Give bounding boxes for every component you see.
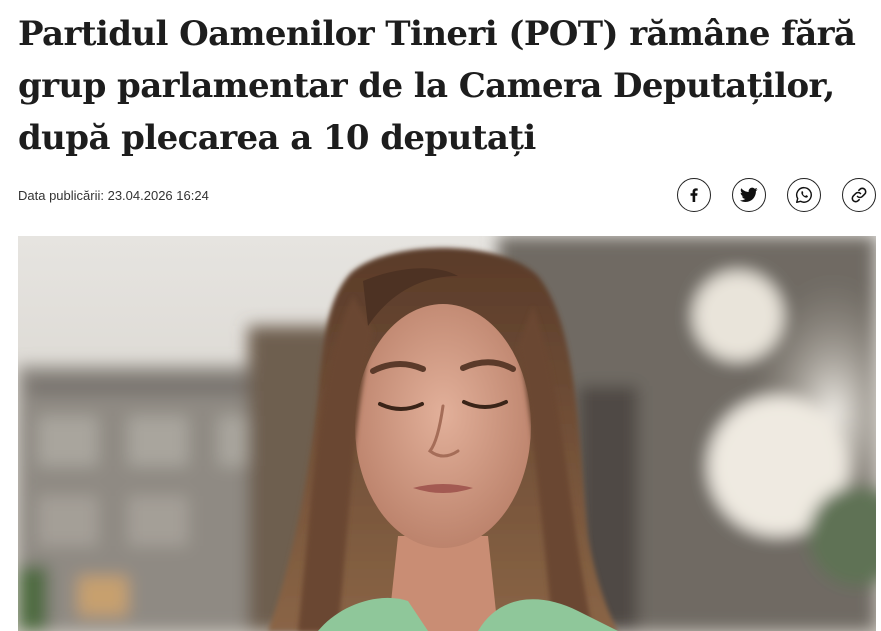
twitter-icon — [740, 187, 758, 202]
share-buttons — [677, 178, 876, 212]
article-meta: Data publicării: 23.04.2026 16:24 — [18, 178, 876, 214]
share-whatsapp-button[interactable] — [787, 178, 821, 212]
article-title: Partidul Oamenilor Tineri (POT) rămâne f… — [18, 14, 856, 158]
facebook-icon — [690, 188, 698, 202]
share-facebook-button[interactable] — [677, 178, 711, 212]
whatsapp-icon — [796, 186, 812, 203]
publish-date: Data publicării: 23.04.2026 16:24 — [18, 188, 209, 203]
link-icon — [851, 187, 867, 203]
article-photo — [18, 236, 876, 631]
copy-link-button[interactable] — [842, 178, 876, 212]
share-twitter-button[interactable] — [732, 178, 766, 212]
